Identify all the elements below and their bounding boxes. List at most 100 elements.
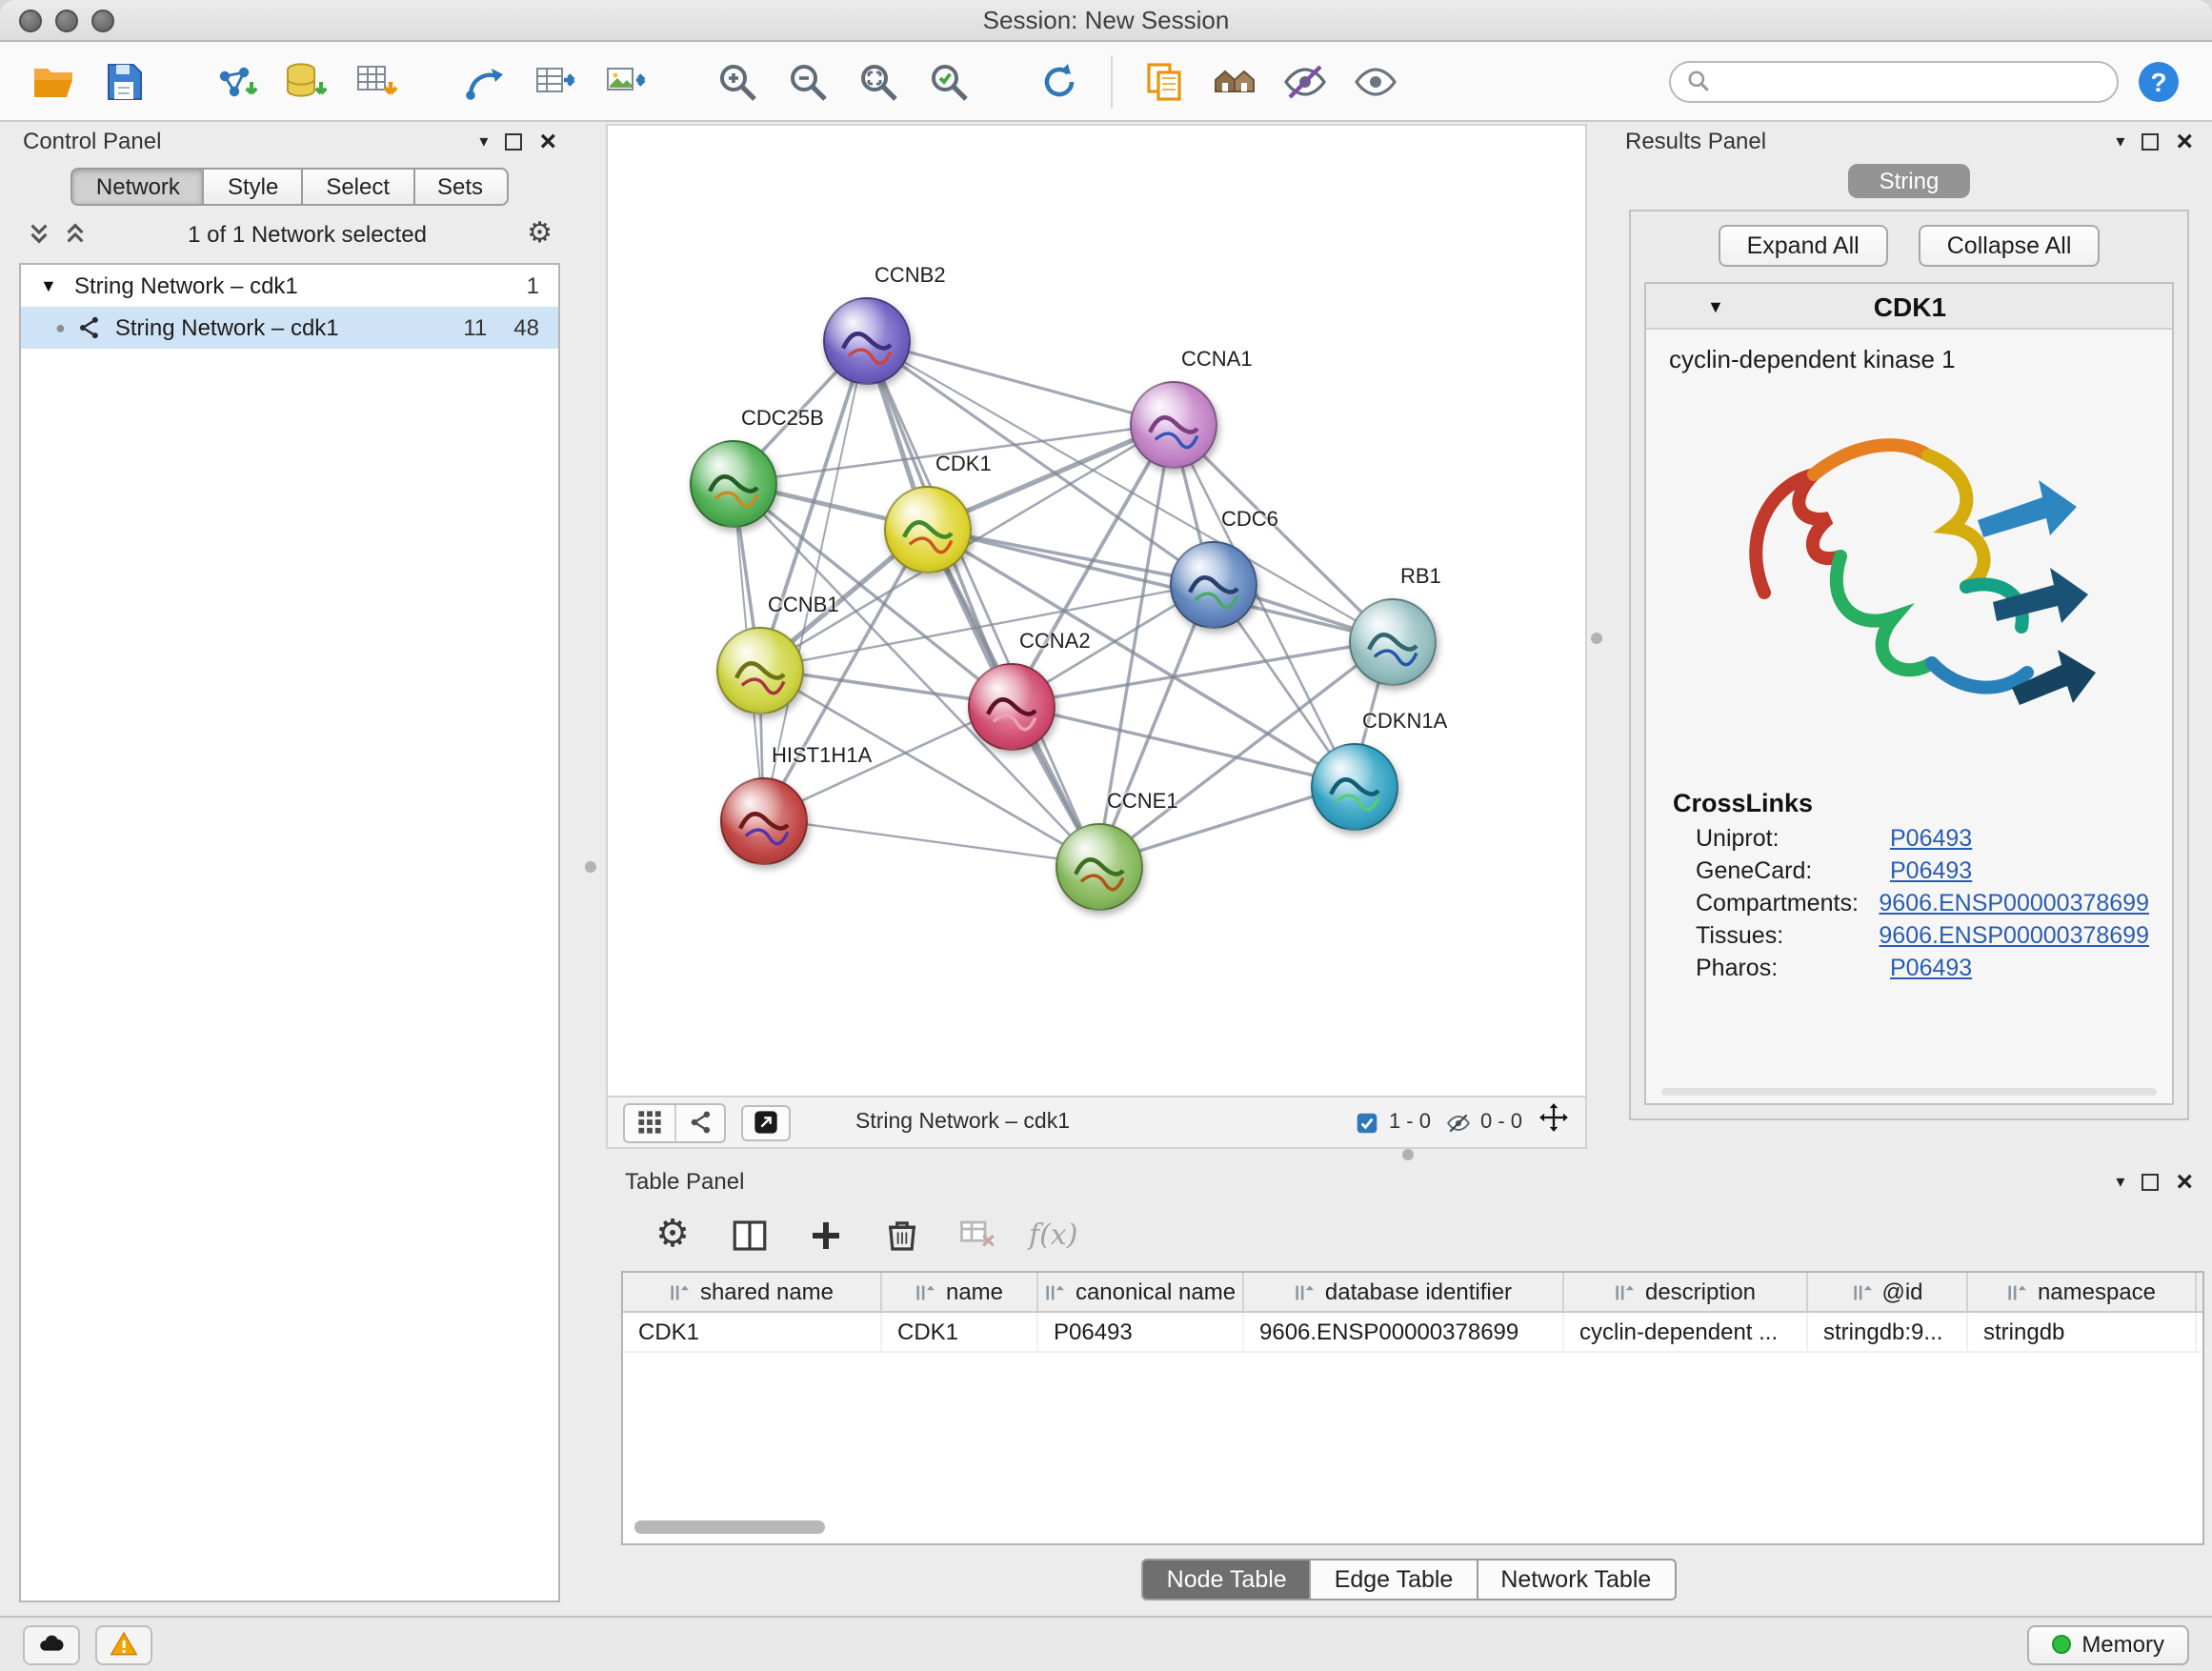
crosslink-value-link[interactable]: 9606.ENSP00000378699	[1879, 922, 2149, 949]
column-options-icon[interactable]	[1295, 1281, 1316, 1302]
zoom-in-button[interactable]	[707, 50, 768, 111]
chevron-down-icon[interactable]: ▼	[40, 276, 63, 295]
tab-style[interactable]: Style	[205, 168, 303, 206]
network-node-ccnb2[interactable]	[823, 297, 911, 385]
warnings-button[interactable]	[95, 1624, 152, 1664]
save-session-button[interactable]	[93, 50, 154, 111]
zoom-selected-button[interactable]	[918, 50, 979, 111]
cloud-status-button[interactable]	[23, 1624, 80, 1664]
table-cell[interactable]: stringdb	[1968, 1313, 2197, 1351]
right-splitter-handle[interactable]	[1591, 633, 1602, 644]
column-options-icon[interactable]	[915, 1281, 936, 1302]
network-edge[interactable]	[763, 818, 1097, 864]
bottom-splitter-handle[interactable]	[1402, 1149, 1414, 1160]
import-network-file-button[interactable]	[204, 50, 265, 111]
network-node-cdk1[interactable]	[884, 486, 972, 574]
network-node-ccna1[interactable]	[1130, 381, 1217, 469]
open-session-button[interactable]	[23, 50, 84, 111]
network-node-cdc25b[interactable]	[690, 440, 777, 528]
string-panel-toggle-button[interactable]	[674, 1104, 724, 1140]
column-header-@id[interactable]: @id	[1808, 1273, 1968, 1311]
collapse-all-button[interactable]: Collapse All	[1919, 225, 2101, 267]
table-settings-gear-icon[interactable]: ⚙	[648, 1210, 697, 1259]
apply-layout-button[interactable]	[455, 50, 516, 111]
import-network-database-button[interactable]	[274, 50, 335, 111]
network-node-cdkn1a[interactable]	[1311, 743, 1398, 831]
network-node-hist1h1a[interactable]	[720, 777, 808, 865]
table-cell[interactable]: CDK1	[623, 1313, 882, 1351]
network-edge[interactable]	[1010, 705, 1352, 785]
collapse-all-icon[interactable]	[27, 221, 51, 246]
birdseye-view-button[interactable]	[625, 1104, 674, 1140]
show-selected-button[interactable]	[1345, 50, 1406, 111]
network-collection-row[interactable]: ▼ String Network – cdk1 1	[21, 265, 558, 307]
network-node-rb1[interactable]	[1349, 598, 1437, 686]
tab-sets[interactable]: Sets	[414, 168, 508, 206]
refresh-view-button[interactable]	[1029, 50, 1090, 111]
show-columns-button[interactable]	[724, 1210, 774, 1259]
network-edge[interactable]	[759, 340, 866, 669]
gene-card-header[interactable]: ▼ CDK1	[1646, 284, 2172, 330]
gear-icon[interactable]: ⚙	[527, 219, 553, 248]
table-cell[interactable]: stringdb:9...	[1808, 1313, 1968, 1351]
column-header-namespace[interactable]: namespace	[1968, 1273, 2197, 1311]
delete-column-button[interactable]	[876, 1210, 926, 1259]
detach-view-button[interactable]	[741, 1104, 791, 1140]
table-cell[interactable]: P06493	[1038, 1313, 1244, 1351]
tab-select[interactable]: Select	[303, 168, 414, 206]
results-scrollbar[interactable]	[1661, 1088, 2157, 1096]
export-image-button[interactable]	[596, 50, 657, 111]
crosslink-value-link[interactable]: P06493	[1890, 857, 1972, 884]
table-cell[interactable]: 9606.ENSP00000378699	[1244, 1313, 1564, 1351]
function-builder-button[interactable]: f(x)	[1029, 1218, 1077, 1252]
column-header-canonical-name[interactable]: canonical name	[1038, 1273, 1244, 1311]
tab-network[interactable]: Network	[71, 168, 205, 206]
crosslink-value-link[interactable]: P06493	[1890, 955, 1972, 981]
column-header-database-identifier[interactable]: database identifier	[1244, 1273, 1564, 1311]
network-edge[interactable]	[866, 340, 1097, 864]
network-node-cdc6[interactable]	[1170, 541, 1257, 629]
column-options-icon[interactable]	[2007, 1281, 2028, 1302]
panel-menu-icon[interactable]: ▾	[479, 132, 488, 150]
show-all-panels-button[interactable]	[1204, 50, 1265, 111]
column-header-name[interactable]: name	[882, 1273, 1038, 1311]
column-header-shared-name[interactable]: shared name	[623, 1273, 882, 1311]
table-cell[interactable]: CDK1	[882, 1313, 1038, 1351]
clone-network-button[interactable]	[1134, 50, 1195, 111]
network-edge[interactable]	[866, 340, 1172, 424]
network-node-ccna2[interactable]	[968, 663, 1056, 751]
panel-float-icon[interactable]	[2142, 132, 2159, 150]
panel-float-icon[interactable]	[505, 132, 522, 150]
memory-button[interactable]: Memory	[2026, 1624, 2189, 1664]
help-button[interactable]: ?	[2128, 50, 2189, 111]
tab-edge-table[interactable]: Edge Table	[1312, 1559, 1478, 1601]
column-header-description[interactable]: description	[1564, 1273, 1808, 1311]
network-row-selected[interactable]: ● String Network – cdk1 11 48	[21, 307, 558, 349]
panel-close-icon[interactable]: ×	[2176, 1167, 2193, 1196]
crosslink-value-link[interactable]: 9606.ENSP00000378699	[1879, 890, 2149, 916]
expand-all-icon[interactable]	[63, 221, 88, 246]
tab-node-table[interactable]: Node Table	[1142, 1559, 1312, 1601]
expand-all-button[interactable]: Expand All	[1719, 225, 1888, 267]
string-results-tab[interactable]: String	[1849, 164, 1970, 198]
search-input[interactable]	[1669, 60, 2119, 102]
export-table-button[interactable]	[526, 50, 587, 111]
add-column-button[interactable]	[800, 1210, 850, 1259]
delete-table-button-disabled[interactable]	[953, 1210, 1002, 1259]
zoom-out-button[interactable]	[777, 50, 838, 111]
table-cell[interactable]: cyclin-dependent ...	[1564, 1313, 1808, 1351]
chevron-down-icon[interactable]: ▼	[1707, 296, 1724, 315]
network-node-ccne1[interactable]	[1056, 823, 1143, 911]
network-view-canvas[interactable]: CCNB2CCNA1CDC25BCDK1CDC6RB1CCNB1CCNA2CDK…	[606, 124, 1587, 1097]
panel-close-icon[interactable]: ×	[2176, 127, 2193, 155]
column-options-icon[interactable]	[670, 1281, 691, 1302]
left-splitter-handle[interactable]	[585, 861, 596, 873]
table-row[interactable]: CDK1CDK1P064939606.ENSP00000378699cyclin…	[623, 1313, 2202, 1353]
panel-float-icon[interactable]	[2142, 1173, 2159, 1190]
hide-selected-button[interactable]	[1275, 50, 1336, 111]
panel-close-icon[interactable]: ×	[539, 127, 556, 155]
column-options-icon[interactable]	[1851, 1281, 1872, 1302]
table-horizontal-scrollbar[interactable]	[634, 1520, 825, 1534]
panel-menu-icon[interactable]: ▾	[2116, 1173, 2124, 1190]
column-options-icon[interactable]	[1615, 1281, 1636, 1302]
